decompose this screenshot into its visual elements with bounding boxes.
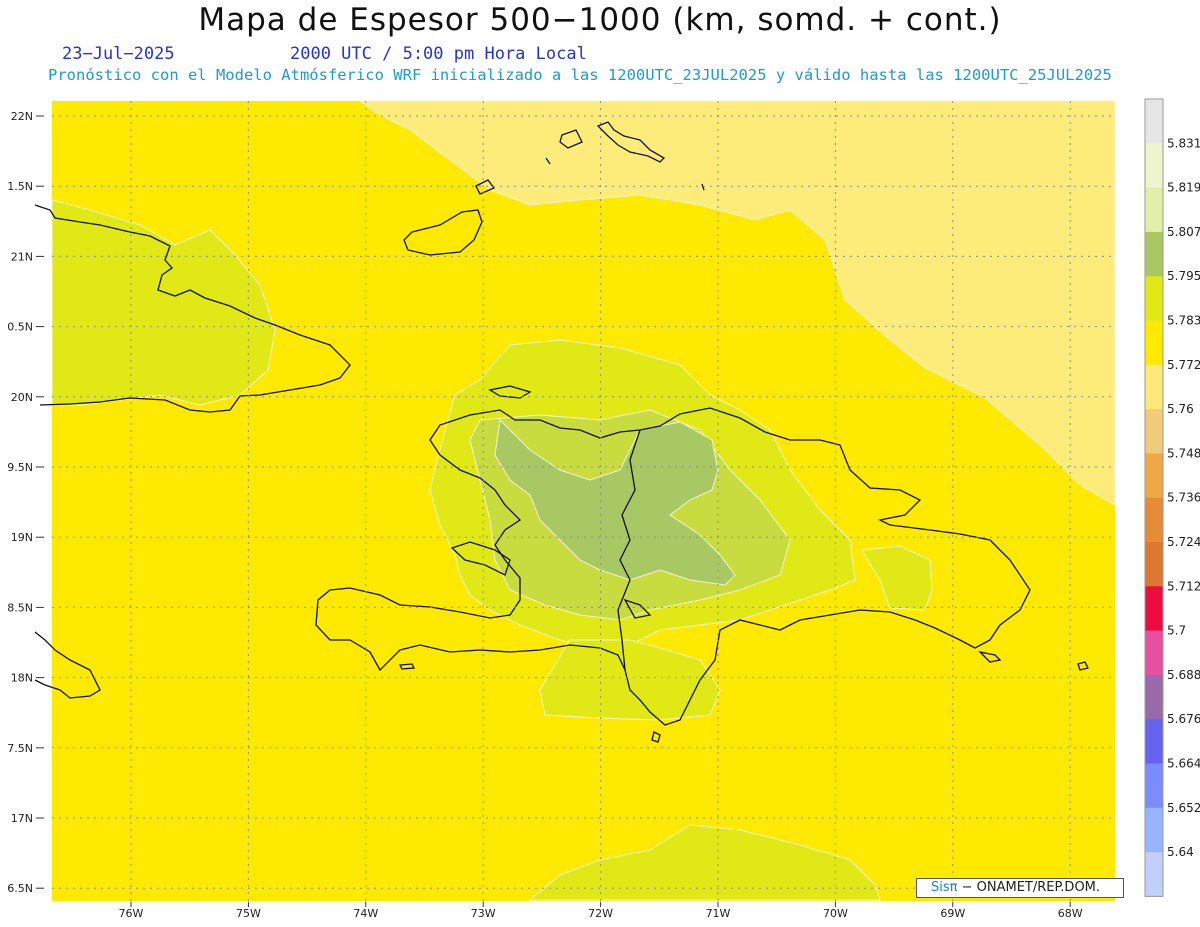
colorbar-level-label: 5.831 bbox=[1167, 136, 1200, 150]
lat-label: 17N bbox=[11, 812, 33, 825]
lon-label: 75W bbox=[236, 907, 261, 920]
colorbar-level-label: 5.819 bbox=[1167, 181, 1200, 195]
colorbar-swatch bbox=[1145, 763, 1163, 809]
lon-label: 71W bbox=[706, 907, 731, 920]
colorbar-swatch bbox=[1145, 719, 1163, 764]
colorbar-level-label: 5.712 bbox=[1167, 579, 1200, 593]
colorbar-level-label: 5.783 bbox=[1167, 314, 1200, 328]
colorbar-level-label: 5.807 bbox=[1167, 225, 1200, 239]
colorbar-swatch bbox=[1145, 364, 1163, 410]
colorbar-swatch bbox=[1145, 409, 1163, 454]
lat-label: 22N bbox=[11, 110, 33, 123]
lon-label: 74W bbox=[353, 907, 378, 920]
colorbar-level-label: 5.76 bbox=[1167, 402, 1194, 416]
colorbar-level-label: 5.736 bbox=[1167, 491, 1200, 505]
colorbar-level-label: 5.772 bbox=[1167, 358, 1200, 372]
credit-org: − ONAMET/REP.DOM. bbox=[961, 880, 1101, 895]
lon-label: 76W bbox=[119, 907, 144, 920]
thickness-map: 22N 1.5N 21N 0.5N 20N 9.5N 19N 8.5N 18N 7.5N 17N 6.… bbox=[7, 98, 1200, 920]
colorbar-level-label: 5.688 bbox=[1167, 668, 1200, 682]
colorbar-swatch bbox=[1145, 674, 1163, 720]
colorbar-level-label: 5.64 bbox=[1167, 845, 1194, 859]
colorbar-swatch bbox=[1145, 586, 1163, 632]
colorbar-swatch bbox=[1145, 276, 1163, 321]
lat-label: 7.5N bbox=[7, 742, 33, 755]
lat-label: 21N bbox=[11, 250, 33, 263]
colorbar-swatch bbox=[1145, 630, 1163, 676]
latitude-labels: 22N 1.5N 21N 0.5N 20N 9.5N 19N 8.5N 18N 7.5N 17N 6.… bbox=[7, 110, 44, 895]
colorbar-swatch bbox=[1145, 852, 1163, 897]
colorbar-swatch bbox=[1145, 453, 1163, 499]
colorbar-level-label: 5.664 bbox=[1167, 757, 1200, 771]
lat-label: 9.5N bbox=[7, 461, 33, 474]
lon-label: 68W bbox=[1058, 907, 1083, 920]
longitude-labels: 76W 75W 74W 73W 72W 71W 70W 69W 68W bbox=[119, 902, 1083, 920]
colorbar-level-label: 5.7 bbox=[1167, 624, 1186, 638]
lon-label: 70W bbox=[823, 907, 848, 920]
colorbar-level-label: 5.652 bbox=[1167, 801, 1200, 815]
lon-label: 72W bbox=[588, 907, 613, 920]
lat-label: 1.5N bbox=[7, 180, 33, 193]
colorbar-swatch bbox=[1145, 187, 1163, 233]
colorbar-level-label: 5.676 bbox=[1167, 712, 1200, 726]
credit-box: Sisπ − ONAMET/REP.DOM. bbox=[916, 878, 1124, 898]
lon-label: 69W bbox=[940, 907, 965, 920]
colorbar-swatch bbox=[1145, 231, 1163, 277]
lon-label: 73W bbox=[471, 907, 496, 920]
colorbar-swatch bbox=[1145, 99, 1163, 144]
colorbar-swatch bbox=[1145, 320, 1163, 366]
credit-brand: Sisπ bbox=[931, 880, 958, 895]
colorbar-level-label: 5.724 bbox=[1167, 535, 1200, 549]
colorbar-swatch bbox=[1145, 807, 1163, 853]
lat-label: 8.5N bbox=[7, 601, 33, 614]
thickness-colorbar: 5.831 5.819 5.807 5.795 5.783 5.772 5.76 5.748 5… bbox=[1144, 98, 1200, 897]
colorbar-swatch bbox=[1145, 143, 1163, 189]
colorbar-level-label: 5.795 bbox=[1167, 269, 1200, 283]
lat-label: 19N bbox=[11, 531, 33, 544]
colorbar-swatch bbox=[1145, 542, 1163, 587]
lat-label: 20N bbox=[11, 391, 33, 404]
lat-label: 6.5N bbox=[7, 882, 33, 895]
colorbar-swatch bbox=[1145, 497, 1163, 543]
colorbar-level-label: 5.748 bbox=[1167, 446, 1200, 460]
lat-label: 0.5N bbox=[7, 321, 33, 334]
lat-label: 18N bbox=[11, 672, 33, 685]
